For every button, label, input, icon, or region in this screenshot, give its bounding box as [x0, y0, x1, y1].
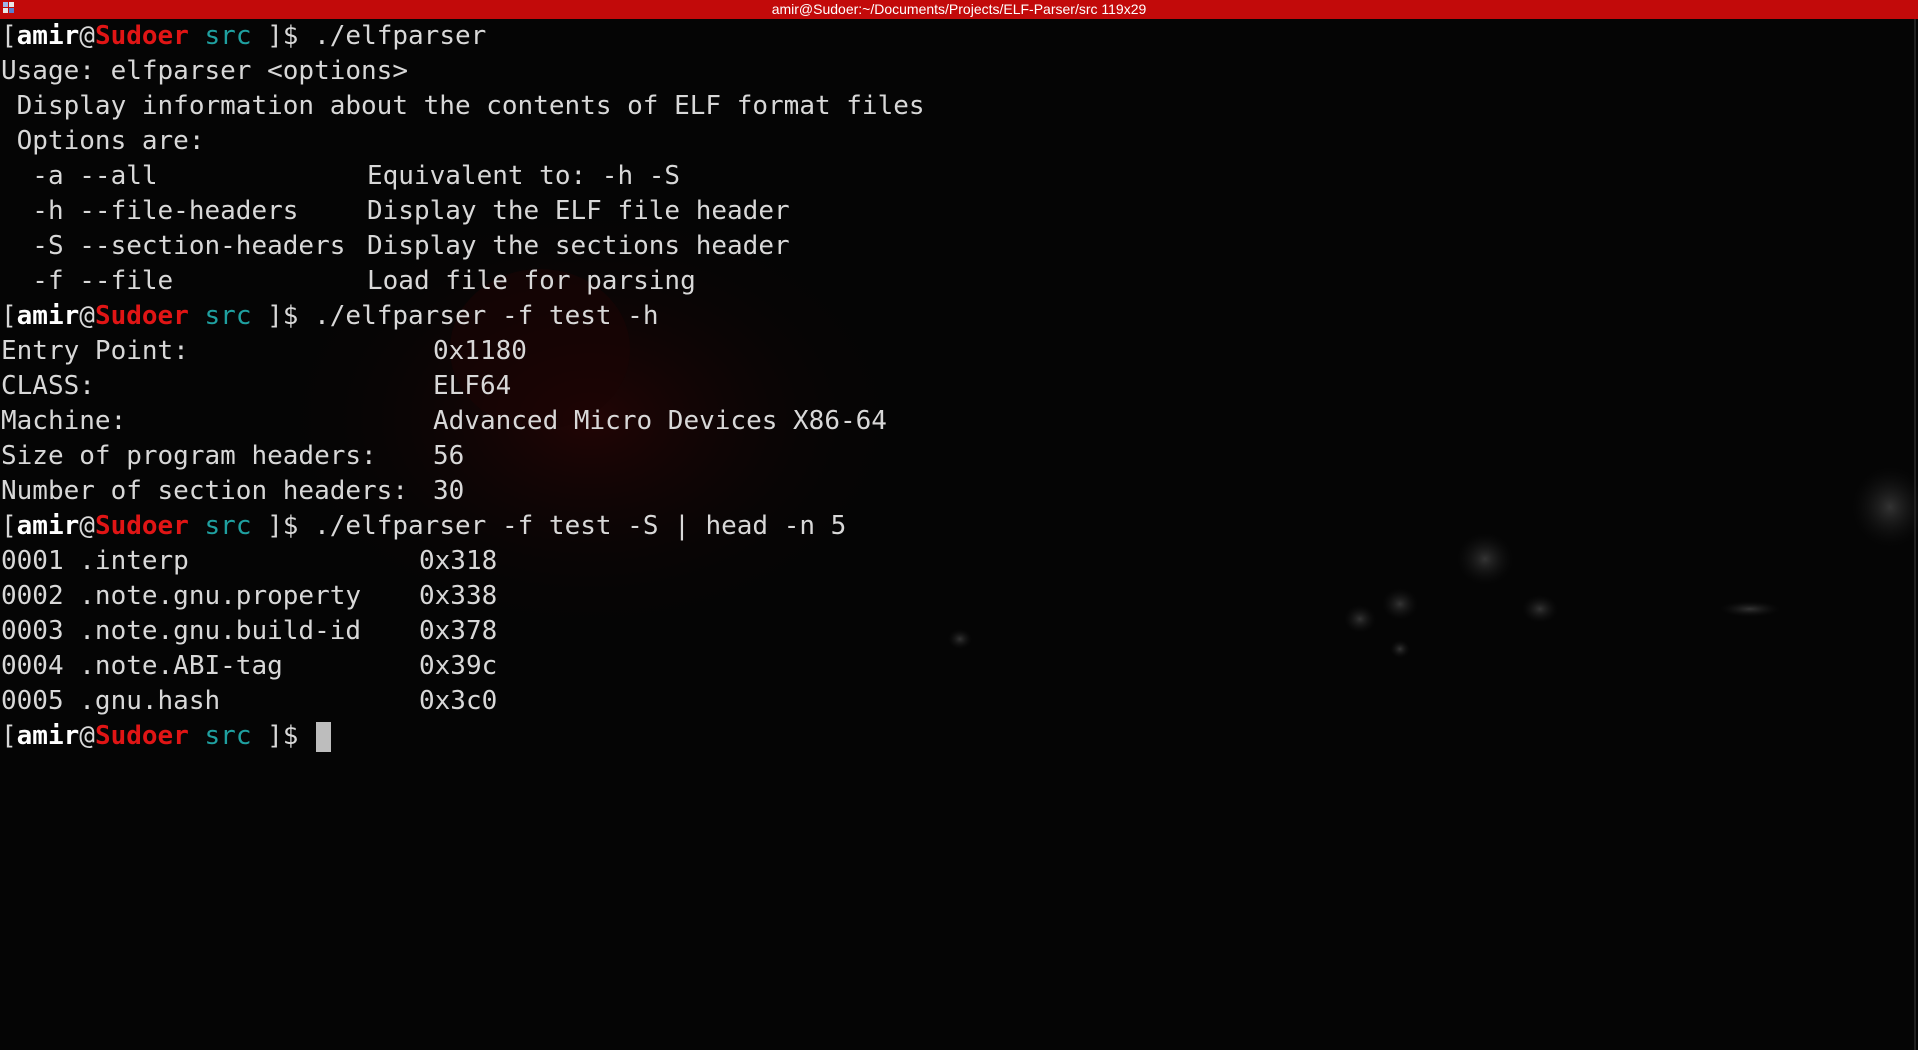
command-text: ./elfparser -f test -h	[314, 301, 659, 331]
prompt-at: @	[79, 21, 95, 51]
section-row: 0002 .note.gnu.property 0x338	[1, 579, 925, 614]
option-description: Equivalent to: -h -S	[367, 161, 681, 191]
prompt-symbol: ]$	[251, 721, 299, 751]
prompt-user: amir	[16, 721, 80, 751]
option-row: -a --all Equivalent to: -h -S	[1, 159, 925, 194]
prompt-line: [amir@Sudoer src ]$ ./elfparser	[1, 19, 925, 54]
prompt-at: @	[79, 721, 95, 751]
prompt-line: [amir@Sudoer src ]$ ./elfparser -f test …	[1, 509, 925, 544]
section-address: 0x39c	[419, 651, 498, 681]
field-value: ELF64	[433, 371, 512, 401]
section-address: 0x318	[419, 546, 498, 576]
prompt-host: Sudoer	[94, 301, 189, 331]
option-flag: -h --file-headers	[1, 196, 299, 226]
prompt-bracket: [	[1, 301, 17, 331]
field-label: Number of section headers:	[1, 476, 408, 506]
prompt-symbol: ]$	[251, 301, 299, 331]
option-row: -h --file-headers Display the ELF file he…	[1, 194, 925, 229]
terminal-output[interactable]: [amir@Sudoer src ]$ ./elfparser Usage: e…	[1, 19, 925, 754]
prompt-host: Sudoer	[94, 511, 189, 541]
option-description: Display the sections header	[367, 231, 790, 261]
text-cursor[interactable]	[316, 721, 332, 752]
option-flag: -f --file	[1, 266, 174, 296]
option-description: Load file for parsing	[367, 266, 696, 296]
field-value: 0x1180	[433, 336, 527, 366]
header-field-row: Size of program headers: 56	[1, 439, 925, 474]
prompt-bracket: [	[1, 21, 17, 51]
option-row: -S --section-headers Display the sections…	[1, 229, 925, 264]
prompt-at: @	[79, 301, 95, 331]
active-prompt-line[interactable]: [amir@Sudoer src ]$	[1, 719, 925, 754]
header-field-row: Number of section headers: 30	[1, 474, 925, 509]
prompt-dir: src	[204, 721, 252, 751]
prompt-dir: src	[204, 21, 252, 51]
prompt-bracket: [	[1, 511, 17, 541]
title-bar[interactable]: amir@Sudoer:~/Documents/Projects/ELF-Par…	[0, 0, 1918, 19]
section-row: 0004 .note.ABI-tag 0x39c	[1, 649, 925, 684]
option-flag: -a --all	[1, 161, 158, 191]
header-field-row: Machine: Advanced Micro Devices X86-64	[1, 404, 925, 439]
option-row: -f --file Load file for parsing	[1, 264, 925, 299]
command-text: ./elfparser -f test -S | head -n 5	[314, 511, 847, 541]
prompt-user: amir	[16, 21, 80, 51]
field-value: 30	[433, 476, 465, 506]
prompt-line: [amir@Sudoer src ]$ ./elfparser -f test …	[1, 299, 925, 334]
option-description: Display the ELF file header	[367, 196, 790, 226]
section-address: 0x338	[419, 581, 498, 611]
section-name: 0001 .interp	[1, 546, 189, 576]
prompt-host: Sudoer	[94, 721, 189, 751]
scrollbar[interactable]	[1906, 19, 1918, 1050]
prompt-at: @	[79, 511, 95, 541]
section-name: 0002 .note.gnu.property	[1, 581, 362, 611]
terminal-window[interactable]: amir@Sudoer:~/Documents/Projects/ELF-Par…	[0, 0, 1918, 1050]
field-value: 56	[433, 441, 465, 471]
scrollbar-track[interactable]	[1914, 19, 1916, 1050]
option-flag: -S --section-headers	[1, 231, 346, 261]
section-name: 0004 .note.ABI-tag	[1, 651, 283, 681]
section-address: 0x378	[419, 616, 498, 646]
output-line: Options are:	[1, 126, 205, 156]
section-row: 0005 .gnu.hash 0x3c0	[1, 684, 925, 719]
section-name: 0005 .gnu.hash	[1, 686, 221, 716]
prompt-user: amir	[16, 301, 80, 331]
section-row: 0003 .note.gnu.build-id 0x378	[1, 614, 925, 649]
prompt-symbol: ]$	[251, 21, 299, 51]
section-name: 0003 .note.gnu.build-id	[1, 616, 362, 646]
header-field-row: CLASS: ELF64	[1, 369, 925, 404]
output-line: Usage: elfparser <options>	[1, 56, 408, 86]
section-row: 0001 .interp 0x318	[1, 544, 925, 579]
prompt-host: Sudoer	[94, 21, 189, 51]
window-title: amir@Sudoer:~/Documents/Projects/ELF-Par…	[771, 1, 1147, 17]
section-address: 0x3c0	[419, 686, 498, 716]
field-label: Machine:	[1, 406, 127, 436]
prompt-dir: src	[204, 301, 252, 331]
field-value: Advanced Micro Devices X86-64	[433, 406, 887, 436]
prompt-dir: src	[204, 511, 252, 541]
header-field-row: Entry Point: 0x1180	[1, 334, 925, 369]
command-text: ./elfparser	[314, 21, 487, 51]
prompt-bracket: [	[1, 721, 17, 751]
prompt-symbol: ]$	[251, 511, 299, 541]
field-label: CLASS:	[1, 371, 95, 401]
output-line: Display information about the contents o…	[1, 91, 925, 121]
prompt-user: amir	[16, 511, 80, 541]
terminal-app-icon[interactable]	[3, 2, 15, 14]
field-label: Size of program headers:	[1, 441, 377, 471]
field-label: Entry Point:	[1, 336, 189, 366]
